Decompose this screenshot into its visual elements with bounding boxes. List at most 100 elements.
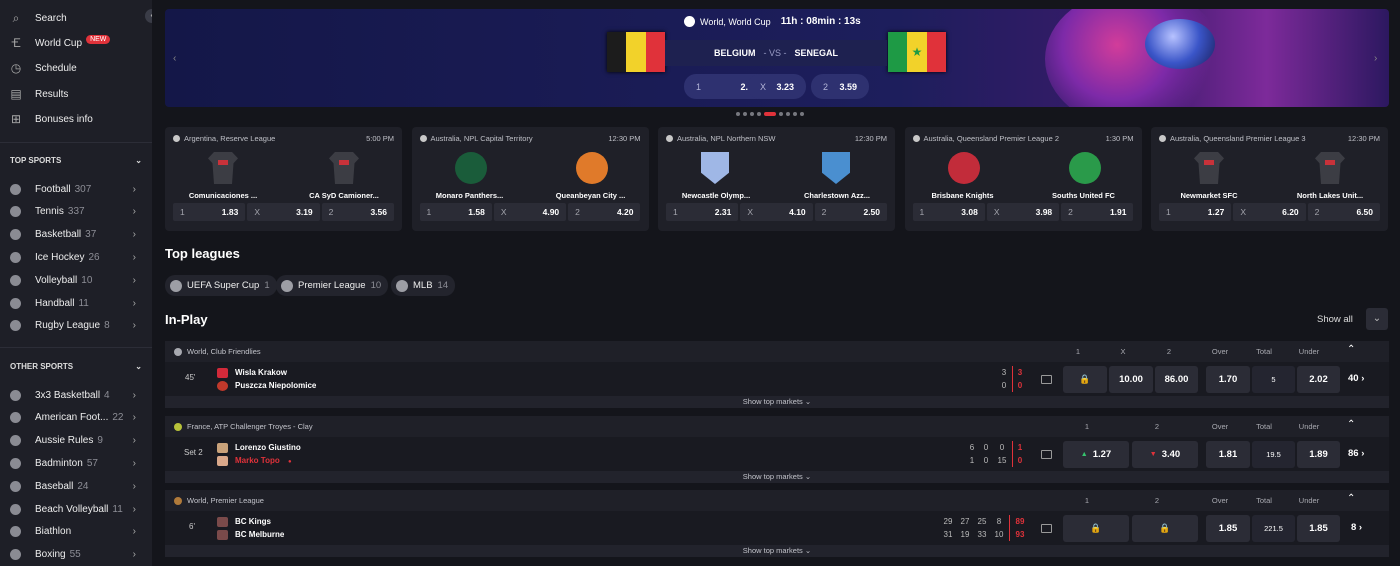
odd-button[interactable]: 2 4.20: [568, 203, 641, 221]
sport-item[interactable]: Beach Volleyball 11 ›: [0, 499, 152, 519]
show-top-markets[interactable]: Show top markets ⌄: [165, 396, 1389, 408]
sport-item[interactable]: Tennis 337 ›: [0, 202, 152, 222]
odd-button[interactable]: ▼ 3.40: [1132, 441, 1198, 468]
over-button[interactable]: 1.81: [1206, 441, 1250, 468]
show-top-markets[interactable]: Show top markets ⌄: [165, 545, 1389, 557]
under-button[interactable]: 1.85: [1297, 515, 1340, 542]
banner-odd-x[interactable]: X 3.23: [748, 74, 806, 99]
odd-button[interactable]: 86.00: [1155, 366, 1198, 393]
odd-button-locked[interactable]: 🔒: [1063, 515, 1129, 542]
sport-item[interactable]: Baseball 24 ›: [0, 476, 152, 496]
odd-button[interactable]: 2 1.91: [1061, 203, 1134, 221]
league-chip-uefa[interactable]: UEFA Super Cup 1: [165, 275, 277, 296]
carousel-dot[interactable]: [750, 112, 754, 116]
league-chip-mlb[interactable]: MLB 14: [391, 275, 456, 296]
banner-odd-2[interactable]: 2 3.59: [811, 74, 869, 99]
card-league: Australia, Queensland Premier League 3: [1170, 134, 1306, 143]
more-markets[interactable]: 86 ›: [1348, 448, 1364, 459]
carousel-dot[interactable]: [736, 112, 740, 116]
sport-item[interactable]: Ice Hockey 26 ›: [0, 247, 152, 267]
carousel-dot[interactable]: [786, 112, 790, 116]
sport-item[interactable]: Badminton 57 ›: [0, 453, 152, 473]
upcoming-match-card[interactable]: Australia, NPL Northern NSW 12:30 PM Newca…: [658, 127, 895, 231]
sport-item[interactable]: Basketball 37 ›: [0, 225, 152, 245]
sport-item[interactable]: Rugby League 8 ›: [0, 316, 152, 336]
top-sports-header[interactable]: TOP SPORTS ⌄: [10, 153, 142, 167]
upcoming-match-card[interactable]: Argentina, Reserve League 5:00 PM Comunica…: [165, 127, 402, 231]
collapse-all-icon[interactable]: ⌄: [1366, 308, 1388, 330]
home-team: Comunicaciones ...: [188, 191, 258, 200]
odd-button[interactable]: 1 1.27: [1159, 203, 1232, 221]
odd-button[interactable]: X 3.98: [986, 203, 1060, 221]
odd-button[interactable]: 1 2.31: [666, 203, 739, 221]
odd-button[interactable]: 10.00: [1109, 366, 1153, 393]
more-markets[interactable]: 8 ›: [1351, 522, 1362, 533]
sport-item[interactable]: Biathlon ›: [0, 522, 152, 542]
under-button[interactable]: 2.02: [1297, 366, 1340, 393]
carousel-dot[interactable]: [793, 112, 797, 116]
more-markets[interactable]: 40 ›: [1348, 373, 1364, 384]
score: 1: [969, 456, 975, 465]
sport-item[interactable]: American Foot... 22 ›: [0, 408, 152, 428]
odd-button[interactable]: 1 1.83: [173, 203, 246, 221]
carousel-dot[interactable]: [779, 112, 783, 116]
nav-world-cup[interactable]: 🝗 World Cup NEW: [0, 32, 152, 54]
stats-icon[interactable]: [1041, 524, 1052, 533]
stats-icon[interactable]: [1041, 375, 1052, 384]
sport-item[interactable]: Handball 11 ›: [0, 293, 152, 313]
carousel-dot[interactable]: [764, 112, 776, 116]
chevron-up-icon[interactable]: ⌃: [1347, 419, 1355, 430]
upcoming-match-card[interactable]: Australia, Queensland Premier League 3 12…: [1151, 127, 1388, 231]
odd-button[interactable]: 2 3.56: [321, 203, 394, 221]
show-all-link[interactable]: Show all: [1317, 314, 1353, 325]
stats-icon[interactable]: [1041, 450, 1052, 459]
sport-item[interactable]: Aussie Rules 9 ›: [0, 431, 152, 451]
sport-item[interactable]: Volleyball 10 ›: [0, 270, 152, 290]
sport-item[interactable]: Football 307 ›: [0, 179, 152, 199]
event-row[interactable]: 6' BC Kings BC Melburne 29 27 25 8 31 19…: [165, 511, 1389, 545]
event-league: France, ATP Challenger Troyes - Clay: [187, 422, 313, 431]
show-top-markets[interactable]: Show top markets ⌄: [165, 471, 1389, 483]
upcoming-match-card[interactable]: Australia, Queensland Premier League 2 1:…: [904, 127, 1142, 231]
odd-button[interactable]: X 3.19: [247, 203, 320, 221]
odd-button-locked[interactable]: 🔒: [1063, 366, 1107, 393]
over-button[interactable]: 1.85: [1206, 515, 1250, 542]
carousel-dot[interactable]: [743, 112, 747, 116]
home-team: Newmarket SFC: [1180, 191, 1238, 200]
upcoming-match-card[interactable]: Australia, NPL Capital Territory 12:30 PM…: [411, 127, 649, 231]
event-row[interactable]: 45' Wisla Krakow Puszcza Niepolomice 3 0…: [165, 362, 1389, 396]
odd-button[interactable]: 1 1.58: [419, 203, 492, 221]
sport-item[interactable]: Boxing 55 ›: [0, 545, 152, 565]
score: 33: [977, 530, 987, 539]
odd-button[interactable]: 1 3.08: [912, 203, 985, 221]
team-logo-icon: [947, 152, 980, 184]
score: 8: [996, 517, 1002, 526]
odd-button[interactable]: X 4.10: [740, 203, 813, 221]
nav-bonuses[interactable]: ⊞ Bonuses info: [0, 108, 152, 130]
other-sports-header[interactable]: OTHER SPORTS ⌄: [10, 359, 142, 373]
score: 3: [1001, 368, 1007, 377]
odd-button[interactable]: ▲ 1.27: [1063, 441, 1129, 468]
featured-match-banner[interactable]: ‹ › World, World Cup 11h : 08min : 13s ★…: [165, 9, 1389, 107]
odd-button[interactable]: 2 6.50: [1307, 203, 1380, 221]
nav-search[interactable]: ⌕ Search: [0, 7, 152, 29]
odd-button-locked[interactable]: 🔒: [1132, 515, 1198, 542]
chevron-up-icon[interactable]: ⌃: [1347, 344, 1355, 355]
banner-next-icon[interactable]: ›: [1374, 53, 1377, 64]
nav-schedule[interactable]: ◷ Schedule: [0, 57, 152, 79]
chevron-up-icon[interactable]: ⌃: [1347, 493, 1355, 504]
odd-button[interactable]: X 4.90: [493, 203, 567, 221]
carousel-dot[interactable]: [757, 112, 761, 116]
odd-button[interactable]: 2 2.50: [814, 203, 887, 221]
market-header: Under: [1298, 347, 1320, 356]
over-button[interactable]: 1.70: [1206, 366, 1250, 393]
event-row[interactable]: Set 2 Lorenzo Giustino Marko Topo ● 6 0 …: [165, 437, 1389, 471]
under-button[interactable]: 1.89: [1297, 441, 1340, 468]
carousel-dot[interactable]: [800, 112, 804, 116]
league-chip-premier[interactable]: Premier League 10: [276, 275, 389, 296]
nav-results[interactable]: ▤ Results: [0, 83, 152, 105]
banner-prev-icon[interactable]: ‹: [173, 53, 176, 64]
odd-button[interactable]: X 6.20: [1233, 203, 1306, 221]
sport-item[interactable]: 3x3 Basketball 4 ›: [0, 385, 152, 405]
team-logo-icon: [1315, 152, 1345, 184]
